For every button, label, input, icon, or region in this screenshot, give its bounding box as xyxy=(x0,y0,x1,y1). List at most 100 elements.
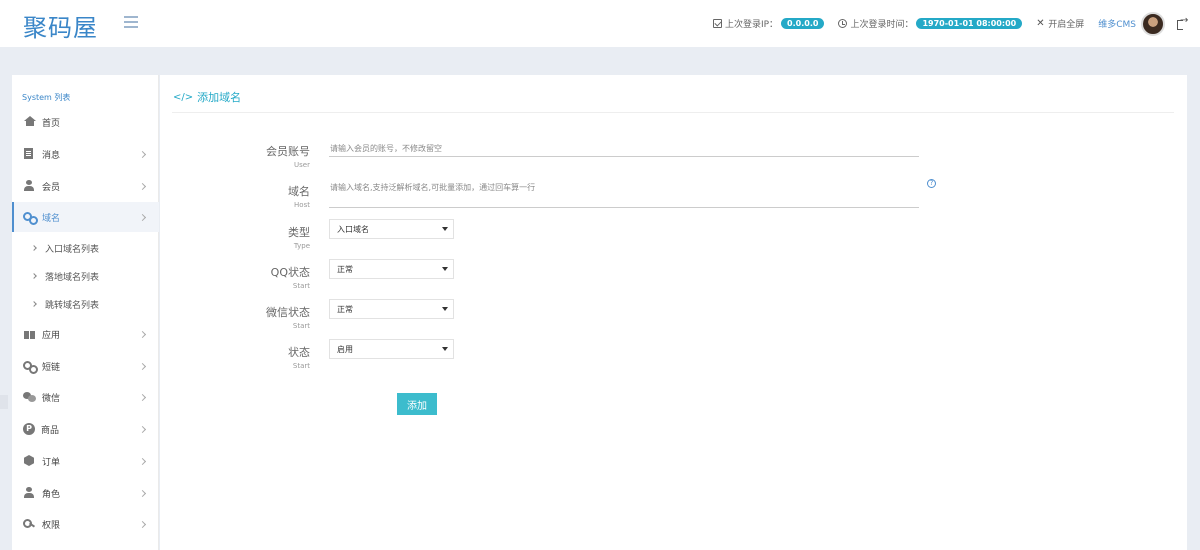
key-icon xyxy=(23,518,36,530)
clock-icon xyxy=(838,19,848,28)
sidebar-item-label: 商品 xyxy=(41,425,60,436)
chevron-right-icon xyxy=(138,425,147,433)
document-icon xyxy=(23,148,36,160)
sidebar-item-messages[interactable]: 消息 xyxy=(12,139,159,169)
user-icon xyxy=(23,180,36,192)
home-icon xyxy=(23,116,36,128)
link-icon xyxy=(23,211,38,225)
sidebar-item-label: 权限 xyxy=(42,520,61,531)
sidebar-title: System 列表 xyxy=(22,93,71,102)
last-ip-info: 上次登录IP： 0.0.0.0 xyxy=(712,17,825,30)
select-value: 启用 xyxy=(337,344,353,354)
label-text: 状态 xyxy=(288,346,310,359)
user-account-input[interactable] xyxy=(329,141,919,157)
checkbox-icon xyxy=(712,19,722,28)
last-time-badge: 1970-01-01 08:00:00 xyxy=(916,18,1023,29)
user-field-label: 会员账号 User xyxy=(160,143,310,169)
sidebar-subitem-entry-domains[interactable]: 入口域名列表 xyxy=(12,235,159,261)
chevron-right-icon xyxy=(138,150,147,158)
sidebar-item-products[interactable]: P 商品 xyxy=(12,414,159,444)
avatar[interactable] xyxy=(1141,11,1165,36)
sidebar-subitem-redirect-domains[interactable]: 跳转域名列表 xyxy=(12,291,159,317)
host-field-label: 域名 Host xyxy=(160,183,310,209)
sidebar-edge-handle[interactable] xyxy=(0,395,8,409)
chevron-right-icon xyxy=(31,301,37,307)
divider xyxy=(172,112,1174,113)
sidebar-subitem-landing-domains[interactable]: 落地域名列表 xyxy=(12,263,159,289)
sidebar-item-label: 域名 xyxy=(42,213,61,224)
sidebar-item-orders[interactable]: 订单 xyxy=(12,446,159,476)
sidebar-item-domains[interactable]: 域名 xyxy=(12,202,159,232)
sidebar-item-roles[interactable]: 角色 xyxy=(12,478,159,508)
sidebar-item-label: 短链 xyxy=(42,362,61,373)
caret-down-icon xyxy=(442,227,448,231)
logo[interactable]: 聚码屋 xyxy=(23,8,98,43)
help-icon[interactable]: ? xyxy=(927,179,936,188)
select-value: 正常 xyxy=(337,304,353,314)
caret-down-icon xyxy=(442,347,448,351)
user-menu[interactable]: 维多CMS xyxy=(1098,11,1165,36)
gift-icon xyxy=(23,328,36,340)
page-title-text: 添加域名 xyxy=(197,91,242,104)
chevron-right-icon xyxy=(138,393,147,401)
expand-icon: ✕ xyxy=(1036,18,1045,29)
chevron-right-icon xyxy=(138,330,147,338)
chevron-right-icon xyxy=(138,520,147,528)
sidebar-subitem-label: 入口域名列表 xyxy=(45,244,100,255)
sidebar: System 列表 首页 消息 会员 域名 入口域名列表 落地域名列表 跳转域名… xyxy=(12,75,159,550)
caret-down-icon xyxy=(442,307,448,311)
chevron-right-icon xyxy=(138,213,147,221)
page-title: </> 添加域名 xyxy=(173,89,241,105)
sidebar-item-permissions[interactable]: 权限 xyxy=(12,509,159,539)
sidebar-item-label: 消息 xyxy=(42,150,61,161)
label-text: 会员账号 xyxy=(266,145,310,158)
sidebar-item-label: 角色 xyxy=(42,489,61,500)
header-status-bar: 上次登录IP： 0.0.0.0 上次登录时间： 1970-01-01 08:00… xyxy=(699,0,1188,47)
select-value: 正常 xyxy=(337,264,353,274)
sidebar-item-wechat[interactable]: 微信 xyxy=(12,382,159,412)
select-value: 入口域名 xyxy=(337,224,369,234)
menu-toggle-icon[interactable] xyxy=(124,16,138,28)
status-select[interactable]: 启用 xyxy=(329,339,454,359)
qq-status-select[interactable]: 正常 xyxy=(329,259,454,279)
label-subtext: Start xyxy=(292,362,310,370)
sidebar-item-shortlinks[interactable]: 短链 xyxy=(12,351,159,381)
fullscreen-button[interactable]: ✕ 开启全屏 xyxy=(1036,17,1085,31)
label-subtext: Start xyxy=(292,282,310,290)
label-subtext: User xyxy=(294,161,310,169)
label-text: 域名 xyxy=(288,185,310,198)
logout-icon[interactable] xyxy=(1177,15,1188,30)
sidebar-item-label: 微信 xyxy=(42,393,61,404)
box-icon xyxy=(23,455,36,467)
sidebar-item-label: 订单 xyxy=(42,457,61,468)
sidebar-item-label: 会员 xyxy=(42,182,61,193)
wechat-status-select[interactable]: 正常 xyxy=(329,299,454,319)
sidebar-item-home[interactable]: 首页 xyxy=(12,107,159,137)
caret-down-icon xyxy=(442,267,448,271)
chevron-right-icon xyxy=(31,245,37,251)
product-icon: P xyxy=(23,423,35,435)
sidebar-item-members[interactable]: 会员 xyxy=(12,171,159,201)
last-ip-badge: 0.0.0.0 xyxy=(781,18,825,29)
user-icon xyxy=(23,487,36,499)
chevron-right-icon xyxy=(138,489,147,497)
label-subtext: Start xyxy=(292,322,310,330)
fullscreen-label: 开启全屏 xyxy=(1048,20,1085,30)
label-subtext: Host xyxy=(294,201,310,209)
main-panel: </> 添加域名 会员账号 User 域名 Host ? 类型 Type 入口域… xyxy=(160,75,1187,550)
last-ip-label: 上次登录IP： xyxy=(724,20,779,30)
host-textarea[interactable] xyxy=(329,182,919,208)
sidebar-subitem-label: 落地域名列表 xyxy=(45,272,100,283)
sidebar-subitem-label: 跳转域名列表 xyxy=(45,300,100,311)
sidebar-item-label: 首页 xyxy=(42,118,61,129)
chevron-right-icon xyxy=(138,182,147,190)
label-text: 微信状态 xyxy=(266,306,310,319)
top-header: 聚码屋 上次登录IP： 0.0.0.0 上次登录时间： 1970-01-01 0… xyxy=(0,0,1200,47)
sidebar-item-apps[interactable]: 应用 xyxy=(12,319,159,349)
chevron-right-icon xyxy=(138,457,147,465)
user-name[interactable]: 维多CMS xyxy=(1098,17,1136,30)
sidebar-item-label: 应用 xyxy=(42,330,61,341)
type-field-label: 类型 Type xyxy=(160,224,310,250)
add-button[interactable]: 添加 xyxy=(397,393,437,415)
type-select[interactable]: 入口域名 xyxy=(329,219,454,239)
